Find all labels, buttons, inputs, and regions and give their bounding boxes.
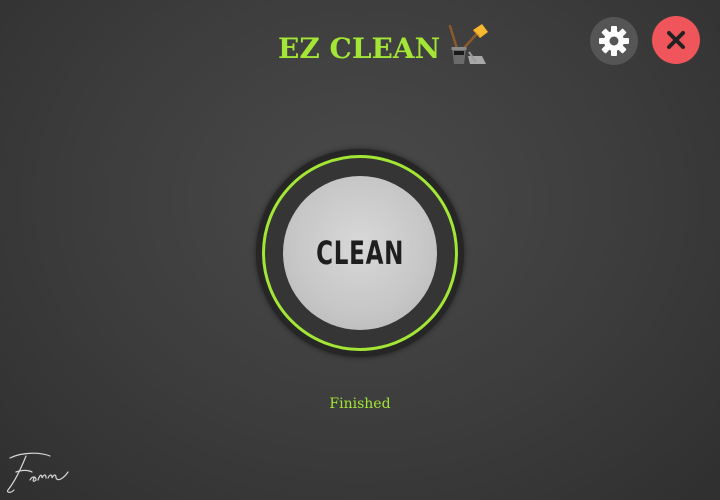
status-text: Finished — [329, 396, 391, 412]
clean-button[interactable]: CLEAN — [283, 176, 437, 330]
gear-icon — [599, 26, 629, 56]
app-title-text: EZ CLEAN — [278, 31, 441, 65]
close-icon — [667, 31, 685, 49]
close-button[interactable] — [652, 16, 700, 64]
settings-button[interactable] — [590, 17, 638, 65]
clean-button-label: CLEAN — [315, 234, 405, 272]
app-title: EZ CLEAN — [278, 24, 490, 70]
signature-logo — [6, 452, 69, 493]
broom-bucket-icon — [448, 24, 489, 64]
clean-button-frame: CLEAN — [256, 149, 464, 357]
